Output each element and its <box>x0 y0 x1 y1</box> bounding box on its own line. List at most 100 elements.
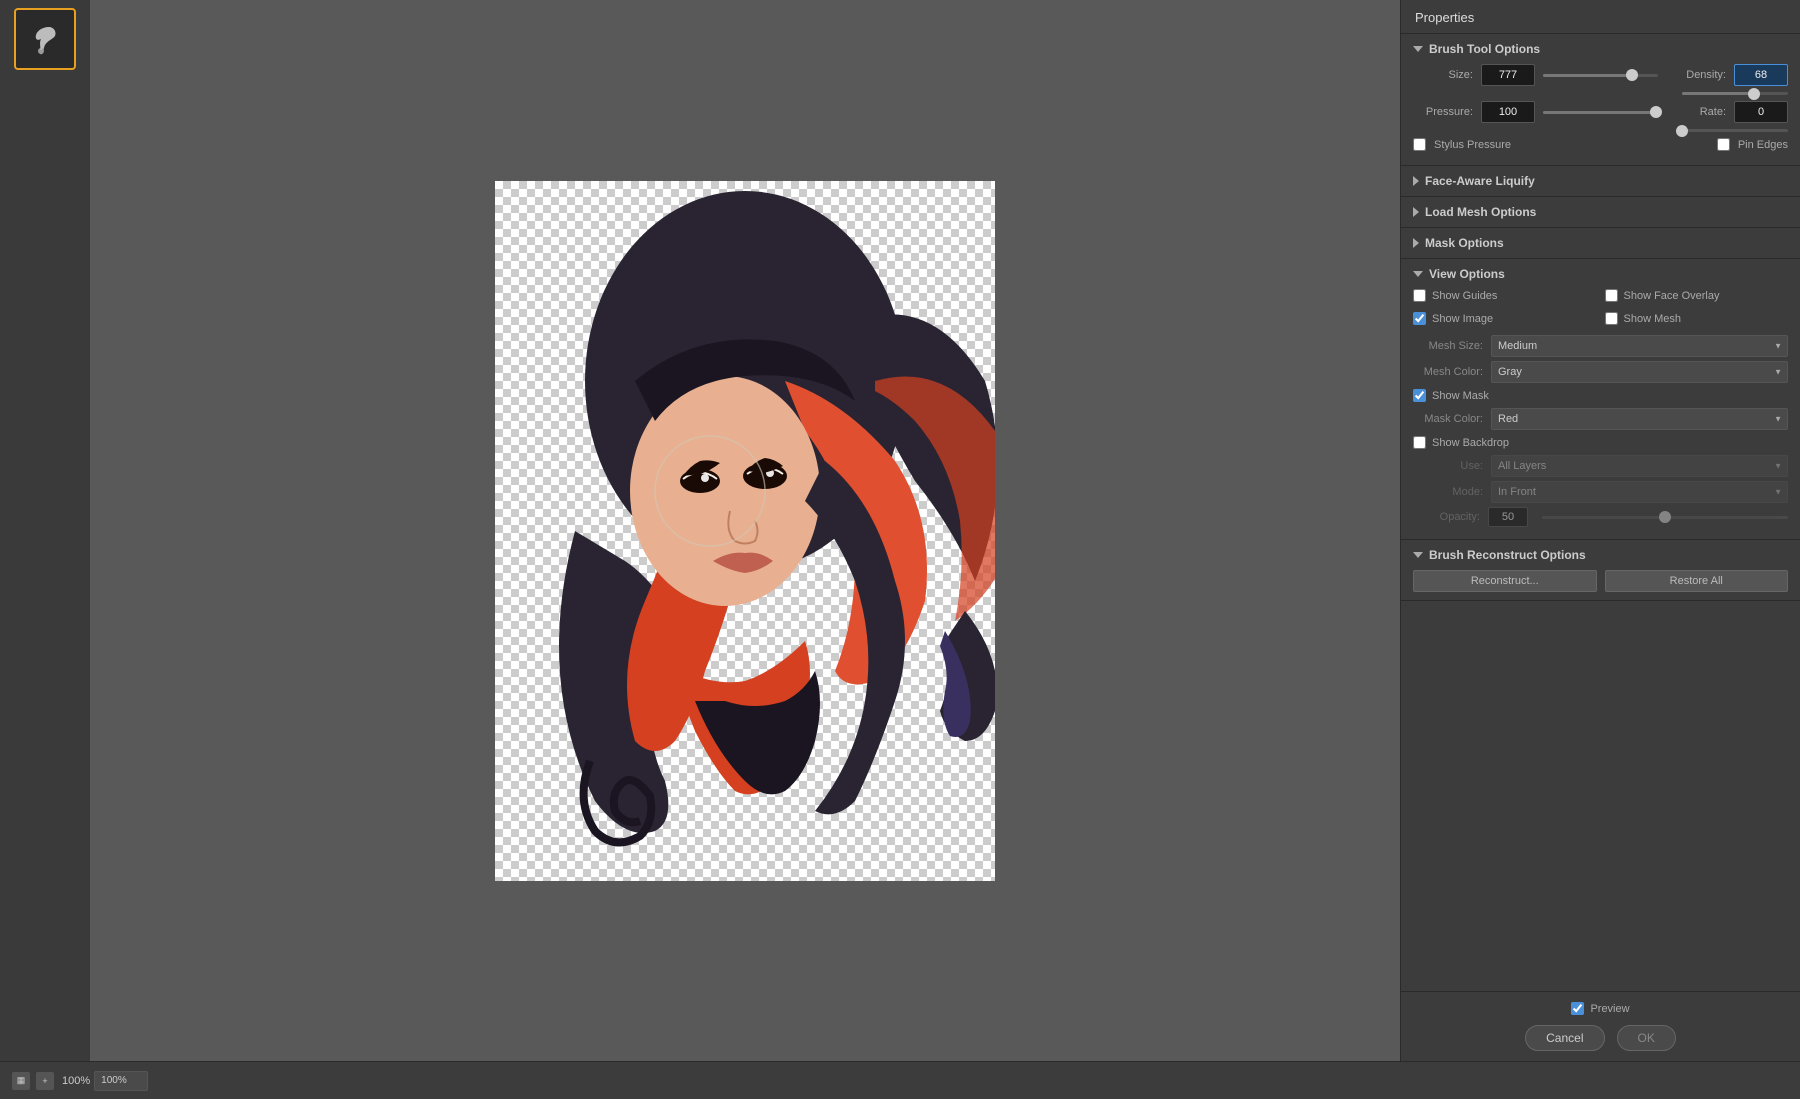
rate-slider[interactable] <box>1682 129 1788 132</box>
show-image-checkbox[interactable] <box>1413 312 1426 325</box>
stylus-pressure-checkbox[interactable] <box>1413 138 1426 151</box>
view-options-label: View Options <box>1429 267 1505 281</box>
show-guides-label: Show Guides <box>1432 290 1497 302</box>
show-image-row: Show Image <box>1413 312 1597 325</box>
expand-icon <box>1413 46 1423 52</box>
mode-dropdown[interactable]: In Front Behind Blend <box>1491 481 1788 503</box>
mesh-size-dropdown-wrapper: Medium Small Large <box>1491 335 1788 357</box>
show-mesh-checkbox[interactable] <box>1605 312 1618 325</box>
pressure-label: Pressure: <box>1413 106 1473 118</box>
show-backdrop-row: Show Backdrop <box>1413 436 1788 449</box>
face-aware-section: Face-Aware Liquify <box>1401 166 1800 197</box>
pressure-slider[interactable] <box>1543 103 1658 121</box>
mask-color-dropdown-wrapper: Red Green Blue Gray White Black <box>1491 408 1788 430</box>
left-toolbar <box>0 0 90 1061</box>
density-label: Density: <box>1666 69 1726 81</box>
panel-bottom: Preview Cancel OK <box>1401 991 1800 1061</box>
mesh-size-label: Mesh Size: <box>1413 340 1483 352</box>
show-mask-checkbox[interactable] <box>1413 389 1426 402</box>
mode-label: Mode: <box>1413 486 1483 498</box>
brush-tool-options-header[interactable]: Brush Tool Options <box>1413 42 1788 56</box>
pin-edges-checkbox[interactable] <box>1717 138 1730 151</box>
brush-tool-options-section: Brush Tool Options Size: Density: <box>1401 34 1800 166</box>
preview-row: Preview <box>1413 1002 1788 1015</box>
mask-color-label: Mask Color: <box>1413 413 1483 425</box>
view-options-header[interactable]: View Options <box>1413 267 1788 281</box>
artwork <box>495 181 995 881</box>
bottom-bar: ▦ + 100% 100% 50% 200% Fit <box>0 1061 1800 1099</box>
preview-label: Preview <box>1590 1003 1629 1015</box>
use-row: Use: All Layers Selected Layer <box>1413 455 1788 477</box>
density-input[interactable] <box>1734 64 1788 86</box>
brush-reconstruct-section: Brush Reconstruct Options Reconstruct...… <box>1401 540 1800 601</box>
show-backdrop-checkbox[interactable] <box>1413 436 1426 449</box>
zoom-dropdown[interactable]: 100% 50% 200% Fit <box>94 1071 148 1091</box>
view-grid-row1: Show Guides Show Face Overlay <box>1413 289 1788 306</box>
face-aware-header[interactable]: Face-Aware Liquify <box>1413 174 1788 188</box>
mesh-color-dropdown[interactable]: Gray Red Green Blue White Black <box>1491 361 1788 383</box>
panel-title: Properties <box>1401 0 1800 34</box>
show-mesh-row: Show Mesh <box>1605 312 1789 325</box>
preview-checkbox[interactable] <box>1571 1002 1584 1015</box>
reconstruct-button[interactable]: Reconstruct... <box>1413 570 1597 592</box>
panel-content: Brush Tool Options Size: Density: <box>1401 34 1800 991</box>
show-guides-checkbox[interactable] <box>1413 289 1426 302</box>
show-face-overlay-label: Show Face Overlay <box>1624 290 1720 302</box>
mask-options-header[interactable]: Mask Options <box>1413 236 1788 250</box>
mask-options-section: Mask Options <box>1401 228 1800 259</box>
canvas-area <box>90 0 1400 1061</box>
brush-tool-options-label: Brush Tool Options <box>1429 42 1540 56</box>
expand-icon-face <box>1413 176 1419 186</box>
show-image-label: Show Image <box>1432 313 1493 325</box>
bottom-icons: ▦ + <box>12 1072 54 1090</box>
pressure-input[interactable] <box>1481 101 1535 123</box>
use-dropdown[interactable]: All Layers Selected Layer <box>1491 455 1788 477</box>
mesh-size-row: Mesh Size: Medium Small Large <box>1413 335 1788 357</box>
load-mesh-header[interactable]: Load Mesh Options <box>1413 205 1788 219</box>
use-label: Use: <box>1413 460 1483 472</box>
mode-row: Mode: In Front Behind Blend <box>1413 481 1788 503</box>
action-buttons: Cancel OK <box>1413 1025 1788 1051</box>
opacity-row: Opacity: <box>1413 507 1788 527</box>
mask-options-label: Mask Options <box>1425 236 1504 250</box>
mesh-color-label: Mesh Color: <box>1413 366 1483 378</box>
liquify-brush-tool[interactable] <box>14 8 76 70</box>
show-face-overlay-checkbox[interactable] <box>1605 289 1618 302</box>
size-input[interactable] <box>1481 64 1535 86</box>
load-mesh-section: Load Mesh Options <box>1401 197 1800 228</box>
opacity-input[interactable] <box>1488 507 1528 527</box>
size-slider[interactable] <box>1543 66 1658 84</box>
expand-icon-reconstruct <box>1413 552 1423 558</box>
reconstruct-buttons: Reconstruct... Restore All <box>1413 570 1788 592</box>
stylus-pressure-label: Stylus Pressure <box>1434 139 1511 151</box>
restore-all-button[interactable]: Restore All <box>1605 570 1789 592</box>
layers-icon[interactable]: ▦ <box>12 1072 30 1090</box>
brush-reconstruct-label: Brush Reconstruct Options <box>1429 548 1586 562</box>
rate-input[interactable] <box>1734 101 1788 123</box>
view-options-section: View Options Show Guides Show Face Overl… <box>1401 259 1800 540</box>
pressure-rate-row: Pressure: Rate: <box>1413 101 1788 123</box>
use-dropdown-wrapper: All Layers Selected Layer <box>1491 455 1788 477</box>
expand-icon-mesh <box>1413 207 1419 217</box>
density-slider[interactable] <box>1682 92 1788 95</box>
load-mesh-label: Load Mesh Options <box>1425 205 1536 219</box>
mesh-size-dropdown[interactable]: Medium Small Large <box>1491 335 1788 357</box>
cancel-button[interactable]: Cancel <box>1525 1025 1604 1051</box>
mesh-color-dropdown-wrapper: Gray Red Green Blue White Black <box>1491 361 1788 383</box>
pin-edges-label: Pin Edges <box>1738 139 1788 151</box>
info-icon[interactable]: + <box>36 1072 54 1090</box>
rate-label: Rate: <box>1666 106 1726 118</box>
ok-button[interactable]: OK <box>1617 1025 1676 1051</box>
brush-reconstruct-header[interactable]: Brush Reconstruct Options <box>1413 548 1788 562</box>
show-backdrop-label: Show Backdrop <box>1432 437 1509 449</box>
opacity-slider[interactable] <box>1542 516 1788 519</box>
mode-dropdown-wrapper: In Front Behind Blend <box>1491 481 1788 503</box>
expand-icon-mask <box>1413 238 1419 248</box>
stylus-pin-row: Stylus Pressure Pin Edges <box>1413 138 1788 151</box>
mask-color-dropdown[interactable]: Red Green Blue Gray White Black <box>1491 408 1788 430</box>
liquify-brush-icon <box>27 21 63 57</box>
density-slider-row <box>1413 92 1788 95</box>
mask-color-row: Mask Color: Red Green Blue Gray White Bl… <box>1413 408 1788 430</box>
size-density-row: Size: Density: <box>1413 64 1788 86</box>
view-grid-row2: Show Image Show Mesh <box>1413 312 1788 329</box>
